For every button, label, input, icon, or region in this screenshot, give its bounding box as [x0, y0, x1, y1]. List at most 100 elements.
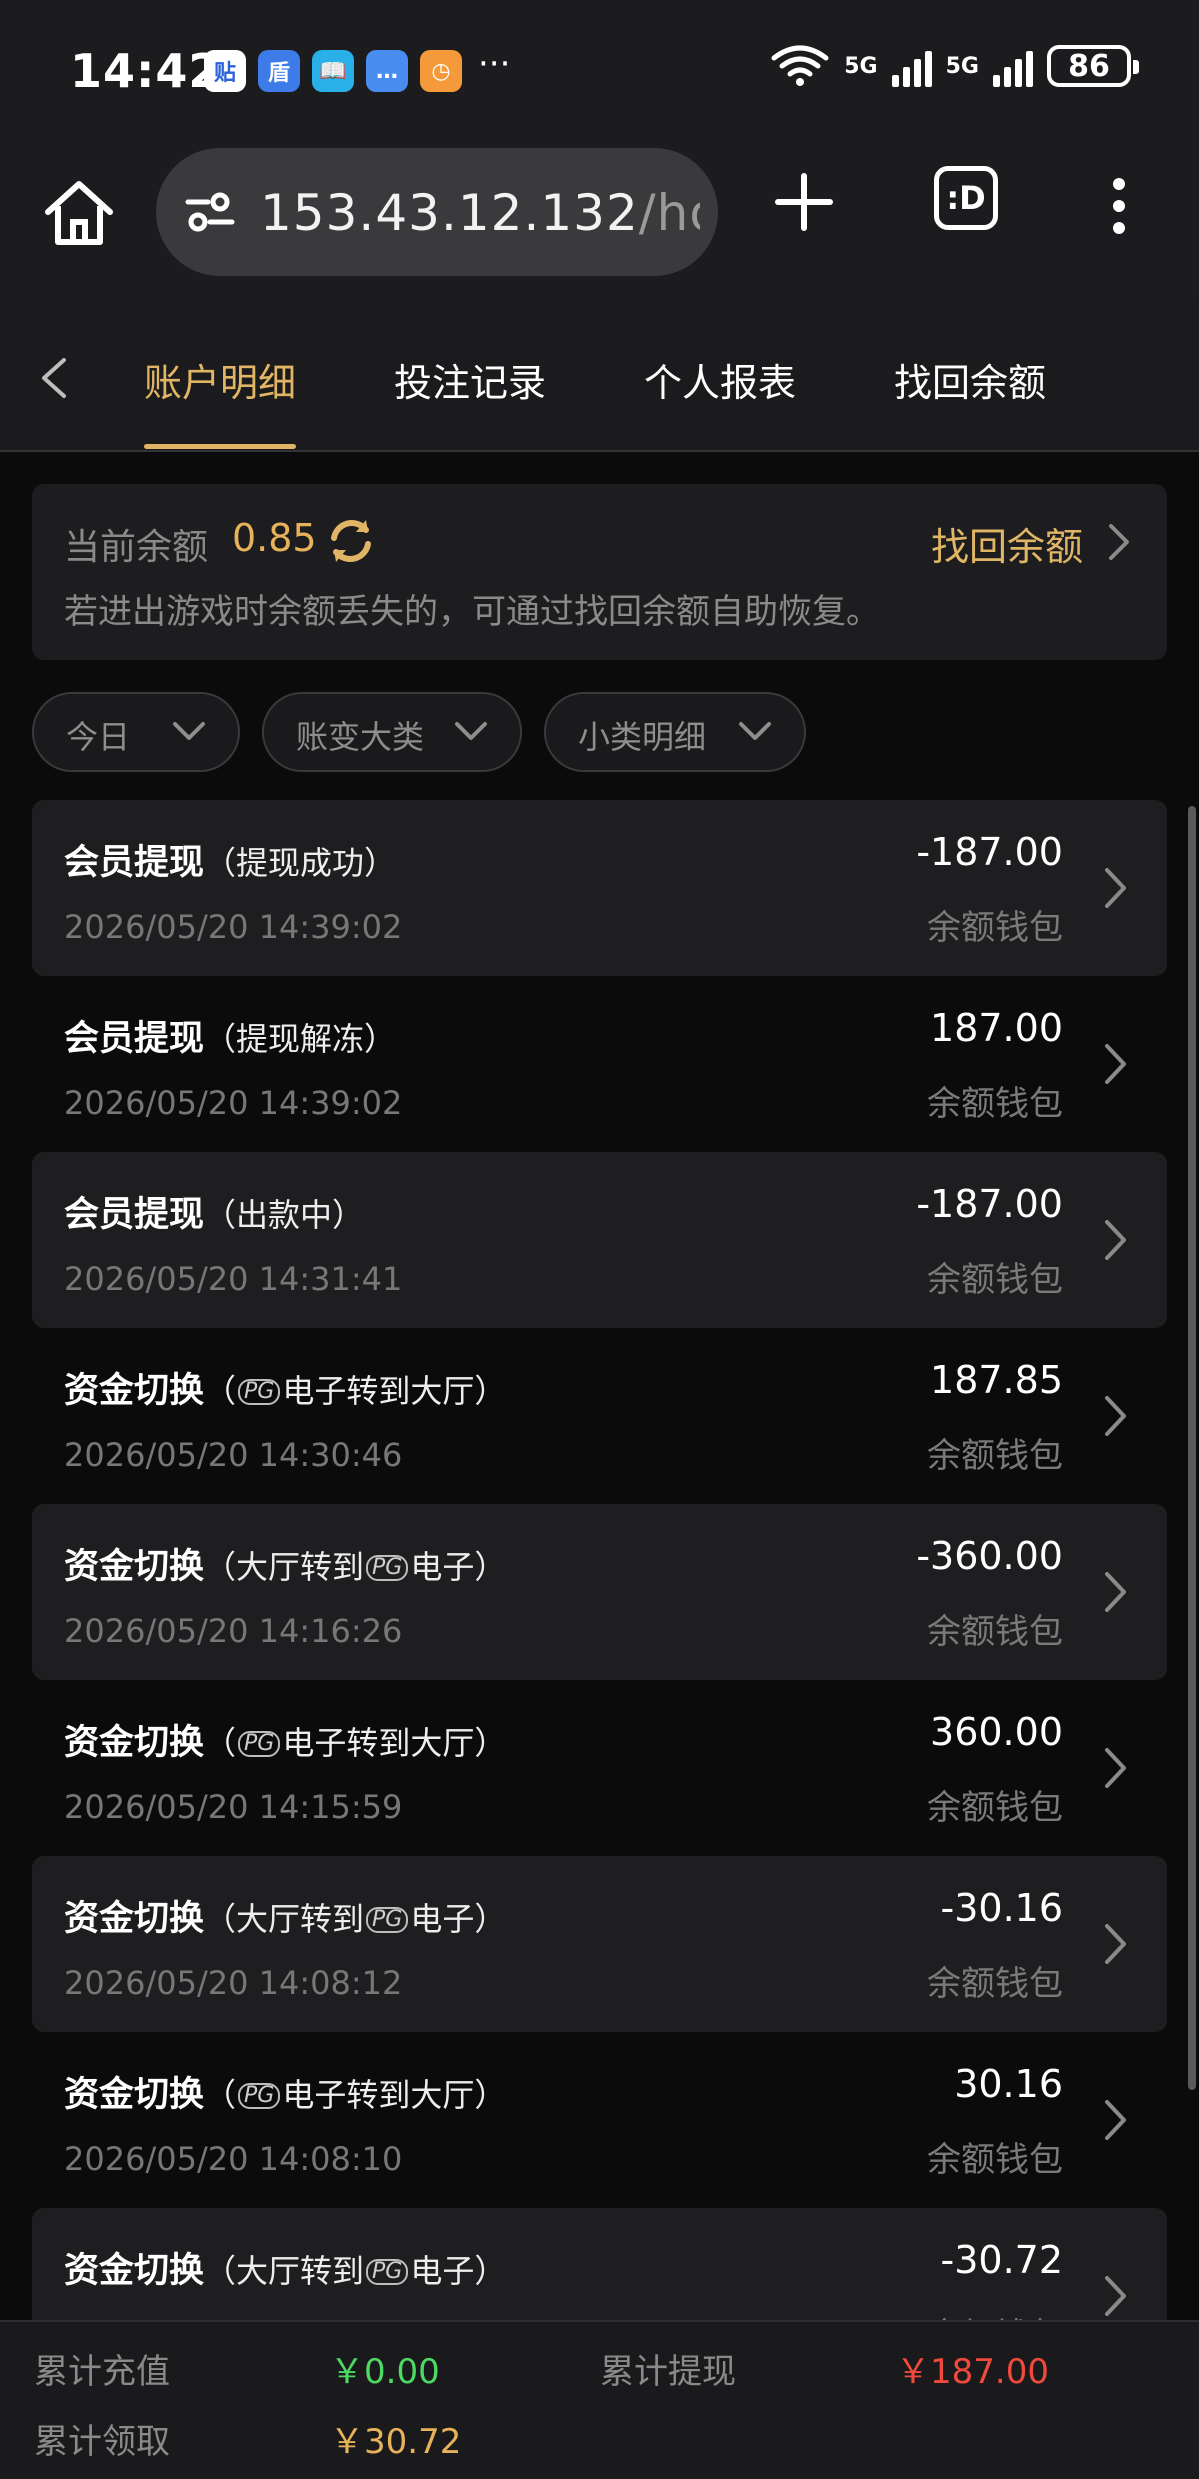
page-tabs: 账户明细 投注记录 个人报表 找回余额 [0, 302, 1199, 452]
transaction-wallet: 余额钱包 [927, 2140, 1063, 2180]
transaction-row[interactable]: 会员提现（出款中） 2026/05/20 14:31:41 -187.00 余额钱包 [32, 1152, 1167, 1328]
tab-account-details[interactable]: 账户明细 [144, 352, 296, 407]
filter-category[interactable]: 账变大类 [262, 692, 522, 772]
transaction-title-line: 会员提现（提现解冻） [64, 1010, 396, 1061]
refresh-icon[interactable] [326, 516, 376, 566]
address-bar[interactable]: 153.43.12.132/hor [156, 148, 718, 276]
chevron-right-icon[interactable] [1103, 1746, 1129, 1790]
list-scrollbar[interactable] [1188, 806, 1196, 2090]
transaction-amount: -30.16 [940, 1886, 1064, 1930]
transaction-wallet: 余额钱包 [927, 2308, 1063, 2320]
total-recharge-label: 累计充值 [34, 2352, 170, 2392]
transaction-title-line: 资金切换（大厅转到 PG 电子） [64, 2242, 506, 2293]
transaction-row[interactable]: 资金切换（ PG 电子转到大厅） 2026/05/20 14:08:10 30.16 余额… [32, 2032, 1167, 2208]
tab-bet-records[interactable]: 投注记录 [394, 352, 546, 407]
transaction-subtype-pre: （出款中） [204, 1196, 365, 1234]
transaction-subtype: （出款中） [204, 1196, 364, 1234]
site-settings-icon[interactable] [184, 190, 236, 234]
transaction-time: 2026/05/20 14:30:46 [64, 1436, 403, 1474]
transaction-type: 资金切换 [64, 1547, 205, 1587]
chevron-right-icon[interactable] [1103, 1570, 1129, 1614]
tab-recover-balance[interactable]: 找回余额 [894, 352, 1046, 407]
transaction-row[interactable]: 资金切换（ PG 电子转到大厅） 2026/05/20 14:30:46 187.85 余… [32, 1328, 1167, 1504]
network-type-2: 5G [945, 53, 979, 79]
book-app-icon: 📖 [312, 50, 354, 92]
transaction-type: 资金切换 [64, 2075, 205, 2115]
transaction-wallet: 余额钱包 [927, 1084, 1063, 1124]
transaction-amount: -187.00 [916, 1182, 1063, 1226]
transaction-time: 2026/05/20 14:15:59 [64, 1788, 403, 1826]
more-menu-icon[interactable] [1108, 176, 1130, 236]
transaction-subtype-pre: （ [204, 1372, 237, 1410]
new-tab-plus-icon[interactable] [772, 170, 836, 234]
transaction-time: 2026/05/20 14:16:26 [64, 1612, 403, 1650]
total-withdraw-label: 累计提现 [600, 2352, 736, 2392]
transaction-amount: -360.00 [916, 1534, 1063, 1578]
chevron-right-icon[interactable] [1107, 522, 1133, 562]
chevron-right-icon[interactable] [1103, 1218, 1129, 1262]
transaction-subtype-pre: （大厅转到 [204, 1900, 365, 1938]
battery-indicator: 86 [1047, 45, 1139, 87]
recover-balance-link[interactable]: 找回余额 [931, 516, 1083, 571]
transaction-subtype: （提现成功） [204, 844, 396, 882]
pg-logo-icon: PG [238, 1731, 281, 1757]
transaction-row[interactable]: 资金切换（ PG 电子转到大厅） 2026/05/20 14:15:59 360.00 余… [32, 1680, 1167, 1856]
transaction-subtype-post: 电子） [410, 2252, 507, 2290]
current-balance-value: 0.85 [232, 516, 317, 560]
balance-card: 当前余额 0.85 找回余额 若进出游戏时余额丢失的，可通过找回余额自助恢复。 [32, 484, 1167, 660]
chevron-right-icon[interactable] [1103, 1922, 1129, 1966]
transaction-type: 会员提现 [64, 1019, 205, 1059]
transaction-title-line: 会员提现（提现成功） [64, 834, 396, 885]
transaction-subtype: （提现解冻） [204, 1020, 396, 1058]
transaction-row[interactable]: 会员提现（提现成功） 2026/05/20 14:39:02 -187.00 余额钱包 [32, 800, 1167, 976]
total-claim-value: ￥30.72 [330, 2422, 462, 2462]
transaction-time: 2026/05/20 14:08:10 [64, 2140, 403, 2178]
active-tab-indicator [144, 444, 296, 449]
transaction-row[interactable]: 资金切换（大厅转到 PG 电子） 2026/05/20 14:08:12 -30.16 余… [32, 1856, 1167, 2032]
transaction-subtype: （PG 电子转到大厅） [204, 2076, 506, 2114]
more-notifications-icon: ··· [478, 44, 511, 84]
transaction-row[interactable]: 资金切换（大厅转到PG电子） -30.72 余额钱包 [32, 2208, 1167, 2320]
url-text[interactable]: 153.43.12.132/hor [260, 184, 700, 242]
transaction-subtype-post: 电子转到大厅） [282, 2076, 507, 2114]
home-icon[interactable] [40, 174, 118, 252]
transaction-title-line: 资金切换（ PG 电子转到大厅） [64, 1714, 506, 1765]
transaction-subtype-pre: （大厅转到 [204, 1548, 365, 1586]
tab-personal-report[interactable]: 个人报表 [644, 352, 796, 407]
transaction-amount: -187.00 [916, 830, 1063, 874]
transaction-subtype-pre: （提现成功） [204, 844, 397, 882]
transaction-title-line: 资金切换（大厅转到 PG 电子） [64, 1538, 506, 1589]
tab-switcher-icon[interactable]: :D [934, 166, 998, 230]
browser-toolbar: 153.43.12.132/hor :D [0, 140, 1199, 302]
signal-strength-1-icon [891, 45, 932, 87]
transaction-row[interactable]: 会员提现（提现解冻） 2026/05/20 14:39:02 187.00 余额钱包 [32, 976, 1167, 1152]
transaction-amount: 187.00 [930, 1006, 1063, 1050]
transaction-subtype-post: 电子转到大厅） [282, 1372, 507, 1410]
transaction-subtype-post: 电子） [410, 1900, 507, 1938]
filter-subcategory[interactable]: 小类明细 [544, 692, 806, 772]
pg-logo-icon: PG [366, 2259, 409, 2285]
transaction-subtype-pre: （ [204, 1724, 237, 1762]
transaction-amount: 187.85 [930, 1358, 1063, 1402]
transaction-wallet: 余额钱包 [927, 908, 1063, 948]
transaction-subtype: （大厅转到 PG 电子） [204, 1900, 506, 1938]
tieba-icon: 贴 [204, 50, 246, 92]
chevron-right-icon[interactable] [1103, 2274, 1129, 2318]
filter-category-label: 账变大类 [296, 718, 425, 756]
transaction-subtype-pre: （大厅转到 [204, 2252, 365, 2290]
app-root: 14:42 贴盾 📖… ◷ ··· 5G 5G 86 153.43.12.132… [0, 0, 1199, 2479]
back-chevron-icon[interactable] [34, 354, 74, 402]
status-time: 14:42 [70, 44, 222, 98]
chevron-down-icon [173, 722, 205, 740]
transaction-row[interactable]: 资金切换（大厅转到 PG 电子） 2026/05/20 14:16:26 -360.00… [32, 1504, 1167, 1680]
clock-app-icon: ◷ [420, 50, 462, 92]
transaction-subtype: （大厅转到 PG 电子） [204, 1548, 506, 1586]
chevron-right-icon[interactable] [1103, 1394, 1129, 1438]
chevron-right-icon[interactable] [1103, 866, 1129, 910]
transaction-wallet: 余额钱包 [927, 1964, 1063, 2004]
chevron-right-icon[interactable] [1103, 2098, 1129, 2142]
chevron-right-icon[interactable] [1103, 1042, 1129, 1086]
chat-app-icon: … [366, 50, 408, 92]
filter-date[interactable]: 今日 [32, 692, 240, 772]
transaction-time: 2026/05/20 14:31:41 [64, 1260, 403, 1298]
